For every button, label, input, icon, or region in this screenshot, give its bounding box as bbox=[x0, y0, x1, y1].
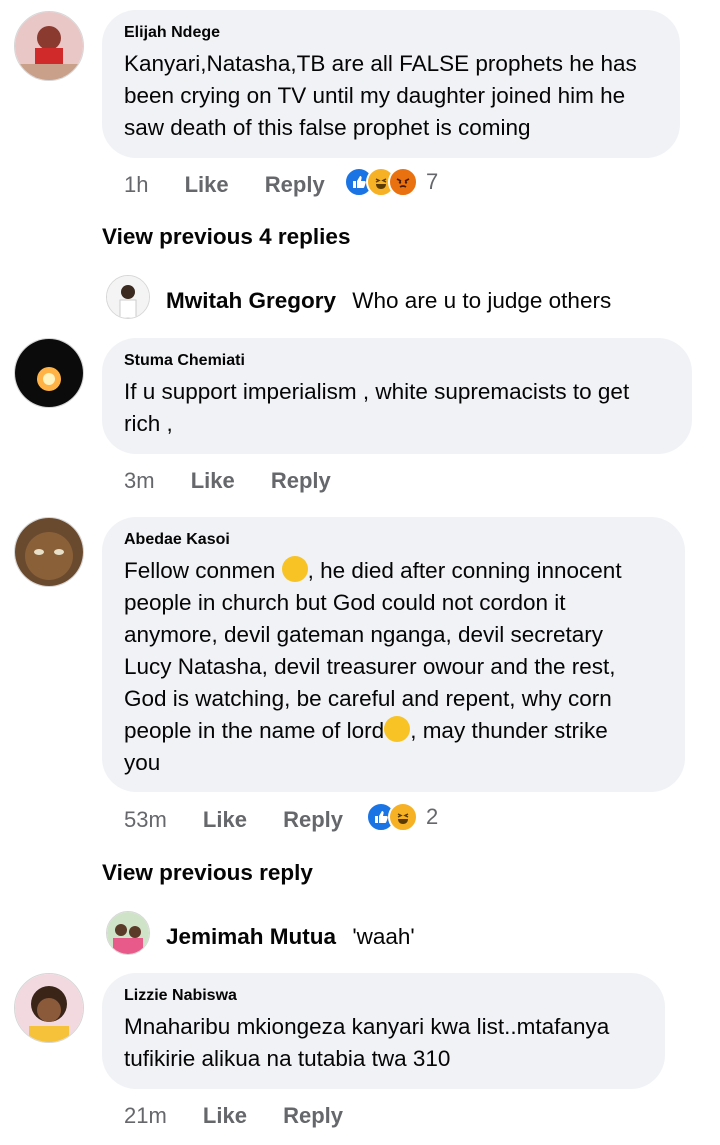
like-button[interactable]: Like bbox=[185, 172, 229, 197]
comment-line: people in church but God could not cordo… bbox=[124, 590, 566, 615]
comment-author[interactable]: Elijah Ndege bbox=[124, 24, 658, 42]
reply-text: Who are u to judge others bbox=[352, 288, 612, 313]
like-button[interactable]: Like bbox=[191, 468, 235, 493]
reply-button[interactable]: Reply bbox=[283, 1103, 343, 1128]
like-button[interactable]: Like bbox=[203, 1103, 247, 1128]
avatar[interactable] bbox=[106, 911, 150, 955]
reaction-count: 7 bbox=[426, 169, 439, 194]
timestamp[interactable]: 1h bbox=[124, 172, 148, 197]
comment-line: rich , bbox=[124, 411, 173, 436]
comment-line: God is watching, be careful and repent, … bbox=[124, 686, 612, 711]
haha-reaction-icon bbox=[388, 802, 418, 832]
avatar[interactable] bbox=[14, 517, 84, 587]
comment-author[interactable]: Abedae Kasoi bbox=[124, 531, 663, 549]
comment-bubble: Stuma Chemiati If u support imperialism … bbox=[102, 338, 692, 454]
reply-author[interactable]: Jemimah Mutua bbox=[166, 924, 336, 949]
reply-button[interactable]: Reply bbox=[265, 172, 325, 197]
comment-author[interactable]: Stuma Chemiati bbox=[124, 352, 670, 370]
comment-line: you bbox=[124, 750, 161, 775]
comment-line: Fellow conmen , he died after conning in… bbox=[124, 555, 663, 587]
comment-line: Mnaharibu mkiongeza kanyari kwa list..mt… bbox=[124, 1014, 610, 1039]
comment-line-segment: people in the name of lord bbox=[124, 718, 385, 743]
reply-text: 'waah' bbox=[352, 924, 415, 949]
comment-bubble: Lizzie Nabiswa Mnaharibu mkiongeza kanya… bbox=[102, 973, 665, 1089]
reaction-summary[interactable]: 7 bbox=[344, 167, 438, 197]
comment-line: If u support imperialism , white suprema… bbox=[124, 379, 630, 404]
comment-text: If u support imperialism , white suprema… bbox=[124, 376, 670, 440]
like-button[interactable]: Like bbox=[203, 807, 247, 832]
avatar[interactable] bbox=[14, 338, 84, 408]
view-previous-replies-link[interactable]: View previous 4 replies bbox=[102, 224, 350, 250]
comment-meta: 21m Like Reply bbox=[124, 1103, 343, 1129]
reply-preview[interactable]: Jemimah Mutua 'waah' bbox=[166, 924, 415, 950]
grinning-sweat-emoji-icon bbox=[281, 556, 308, 582]
comment-text: Fellow conmen , he died after conning in… bbox=[124, 555, 663, 779]
angry-reaction-icon bbox=[388, 167, 418, 197]
comment-meta: 53m Like Reply bbox=[124, 807, 343, 833]
comment-line-segment: Fellow conmen bbox=[124, 558, 276, 583]
comment-line: saw death of this false prophet is comin… bbox=[124, 115, 531, 140]
reply-preview[interactable]: Mwitah Gregory Who are u to judge others bbox=[166, 288, 611, 314]
comment-author[interactable]: Lizzie Nabiswa bbox=[124, 987, 643, 1005]
comment-line: been crying on TV until my daughter join… bbox=[124, 83, 626, 108]
avatar[interactable] bbox=[14, 11, 84, 81]
comment-bubble: Elijah Ndege Kanyari,Natasha,TB are all … bbox=[102, 10, 680, 158]
reaction-summary[interactable]: 2 bbox=[366, 802, 438, 832]
comment-line: anymore, devil gateman nganga, devil sec… bbox=[124, 622, 604, 647]
reply-author[interactable]: Mwitah Gregory bbox=[166, 288, 336, 313]
comment-line-segment: , may thunder strike bbox=[410, 718, 608, 743]
comment-meta: 1h Like Reply bbox=[124, 172, 325, 198]
timestamp[interactable]: 21m bbox=[124, 1103, 167, 1128]
comment-line: tufikirie alikua na tutabia twa 310 bbox=[124, 1046, 451, 1071]
timestamp[interactable]: 53m bbox=[124, 807, 167, 832]
comment-line: people in the name of lord , may thunder … bbox=[124, 715, 663, 747]
avatar[interactable] bbox=[14, 973, 84, 1043]
thinking-emoji-icon bbox=[384, 716, 411, 742]
comment-meta: 3m Like Reply bbox=[124, 468, 331, 494]
comment-line-segment: , he died after conning innocent bbox=[307, 558, 622, 583]
comment-text: Kanyari,Natasha,TB are all FALSE prophet… bbox=[124, 48, 658, 144]
comment-line: Kanyari,Natasha,TB are all FALSE prophet… bbox=[124, 51, 637, 76]
view-previous-reply-link[interactable]: View previous reply bbox=[102, 860, 313, 886]
comment-bubble: Abedae Kasoi Fellow conmen , he died aft… bbox=[102, 517, 685, 792]
comment-line: Lucy Natasha, devil treasurer owour and … bbox=[124, 654, 616, 679]
reply-button[interactable]: Reply bbox=[283, 807, 343, 832]
avatar[interactable] bbox=[106, 275, 150, 319]
comment-text: Mnaharibu mkiongeza kanyari kwa list..mt… bbox=[124, 1011, 643, 1075]
timestamp[interactable]: 3m bbox=[124, 468, 155, 493]
reaction-count: 2 bbox=[426, 804, 439, 829]
reply-button[interactable]: Reply bbox=[271, 468, 331, 493]
